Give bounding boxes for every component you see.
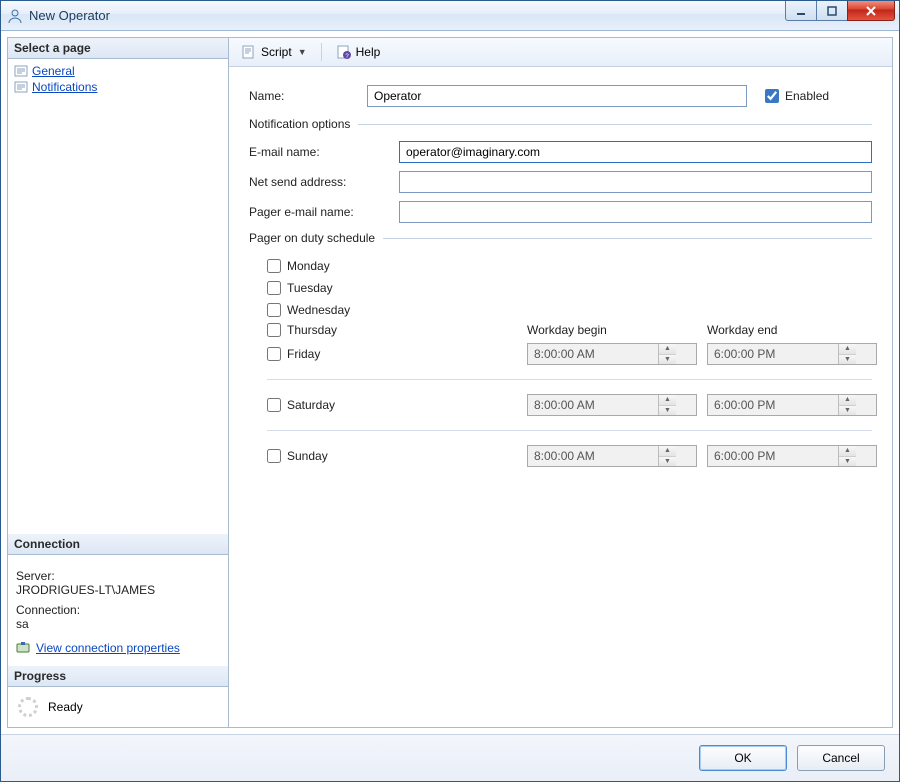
friday-begin-input[interactable] xyxy=(528,344,658,364)
link-label: View connection properties xyxy=(36,641,180,655)
spinner-down-icon[interactable]: ▼ xyxy=(659,457,676,467)
spinner-up-icon[interactable]: ▲ xyxy=(839,446,856,457)
page-list: General Notifications xyxy=(8,59,228,99)
saturday-begin-spinner[interactable]: ▲▼ xyxy=(527,394,697,416)
saturday-begin-input[interactable] xyxy=(528,395,658,415)
maximize-button[interactable] xyxy=(816,1,848,21)
select-page-header: Select a page xyxy=(8,38,228,59)
workday-begin-header: Workday begin xyxy=(527,323,697,337)
server-label: Server: xyxy=(16,569,220,583)
netsend-input[interactable] xyxy=(399,171,872,193)
connection-body: Server: JRODRIGUES-LT\JAMES Connection: … xyxy=(8,555,228,666)
left-panel: Select a page General Notifications Conn… xyxy=(7,37,229,728)
script-label: Script xyxy=(261,45,292,59)
progress-header: Progress xyxy=(8,666,228,687)
spinner-up-icon[interactable]: ▲ xyxy=(659,344,676,355)
spinner-down-icon[interactable]: ▼ xyxy=(659,355,676,365)
enabled-checkbox[interactable]: Enabled xyxy=(765,89,829,103)
sunday-end-spinner[interactable]: ▲▼ xyxy=(707,445,877,467)
day-checkbox-thursday[interactable]: Thursday xyxy=(267,323,517,337)
minimize-button[interactable] xyxy=(785,1,817,21)
script-icon xyxy=(241,44,257,60)
page-item-notifications[interactable]: Notifications xyxy=(10,79,226,95)
friday-end-input[interactable] xyxy=(708,344,838,364)
pager-email-input[interactable] xyxy=(399,201,872,223)
day-checkbox-saturday[interactable]: Saturday xyxy=(267,398,517,412)
operator-icon xyxy=(7,8,23,24)
sunday-end-input[interactable] xyxy=(708,446,838,466)
help-icon: ? xyxy=(336,44,352,60)
email-label: E-mail name: xyxy=(249,145,399,159)
spinner-down-icon[interactable]: ▼ xyxy=(839,457,856,467)
day-checkbox-monday[interactable]: Monday xyxy=(267,259,517,273)
page-notifications-icon xyxy=(14,80,28,94)
ok-button[interactable]: OK xyxy=(699,745,787,771)
spinner-up-icon[interactable]: ▲ xyxy=(659,395,676,406)
workday-end-header: Workday end xyxy=(707,323,877,337)
titlebar: New Operator xyxy=(1,1,899,31)
form: Name: Enabled Notification options E-mai… xyxy=(229,67,892,727)
page-item-general[interactable]: General xyxy=(10,63,226,79)
day-checkbox-sunday[interactable]: Sunday xyxy=(267,449,517,463)
page-general-icon xyxy=(14,64,28,78)
chevron-down-icon: ▼ xyxy=(298,47,307,57)
progress-status: Ready xyxy=(48,700,83,714)
schedule-separator xyxy=(267,379,872,380)
friday-begin-spinner[interactable]: ▲▼ xyxy=(527,343,697,365)
connection-label: Connection: xyxy=(16,603,220,617)
footer: OK Cancel xyxy=(1,734,899,781)
script-dropdown[interactable]: Script ▼ xyxy=(237,42,311,62)
help-label: Help xyxy=(356,45,381,59)
spinner-up-icon[interactable]: ▲ xyxy=(839,344,856,355)
connection-header: Connection xyxy=(8,534,228,555)
spinner-down-icon[interactable]: ▼ xyxy=(839,355,856,365)
progress-body: Ready xyxy=(8,687,228,727)
page-label: Notifications xyxy=(32,80,97,94)
toolbar: Script ▼ ? Help xyxy=(229,38,892,67)
content-panel: Script ▼ ? Help Name: Enabled xyxy=(229,37,893,728)
help-button[interactable]: ? Help xyxy=(332,42,385,62)
server-value: JRODRIGUES-LT\JAMES xyxy=(16,583,220,597)
pager-schedule-legend: Pager on duty schedule xyxy=(249,231,375,245)
sunday-begin-input[interactable] xyxy=(528,446,658,466)
saturday-end-input[interactable] xyxy=(708,395,838,415)
sunday-begin-spinner[interactable]: ▲▼ xyxy=(527,445,697,467)
name-input[interactable] xyxy=(367,85,747,107)
notification-options-legend: Notification options xyxy=(249,117,350,131)
connection-properties-icon xyxy=(16,641,30,655)
spinner-up-icon[interactable]: ▲ xyxy=(659,446,676,457)
progress-spinner-icon xyxy=(18,697,38,717)
spinner-up-icon[interactable]: ▲ xyxy=(839,395,856,406)
window: New Operator Select a page General xyxy=(0,0,900,782)
saturday-end-spinner[interactable]: ▲▼ xyxy=(707,394,877,416)
day-checkbox-friday[interactable]: Friday xyxy=(267,347,517,361)
spinner-down-icon[interactable]: ▼ xyxy=(839,406,856,416)
enabled-checkbox-input[interactable] xyxy=(765,89,779,103)
day-checkbox-wednesday[interactable]: Wednesday xyxy=(267,303,517,317)
window-title: New Operator xyxy=(29,8,786,23)
cancel-button[interactable]: Cancel xyxy=(797,745,885,771)
email-input[interactable] xyxy=(399,141,872,163)
spinner-down-icon[interactable]: ▼ xyxy=(659,406,676,416)
schedule-separator xyxy=(267,430,872,431)
enabled-label: Enabled xyxy=(785,89,829,103)
connection-value: sa xyxy=(16,617,220,631)
minimize-icon xyxy=(796,6,806,16)
window-buttons xyxy=(786,1,899,30)
toolbar-separator xyxy=(321,43,322,61)
close-icon xyxy=(865,5,877,17)
pager-schedule: Monday Tuesday Wednesday xyxy=(267,255,872,471)
page-label: General xyxy=(32,64,75,78)
pager-email-label: Pager e-mail name: xyxy=(249,205,399,219)
friday-end-spinner[interactable]: ▲▼ xyxy=(707,343,877,365)
day-checkbox-tuesday[interactable]: Tuesday xyxy=(267,281,517,295)
close-button[interactable] xyxy=(847,1,895,21)
name-label: Name: xyxy=(249,89,367,103)
maximize-icon xyxy=(827,6,837,16)
view-connection-properties-link[interactable]: View connection properties xyxy=(16,641,180,655)
netsend-label: Net send address: xyxy=(249,175,399,189)
